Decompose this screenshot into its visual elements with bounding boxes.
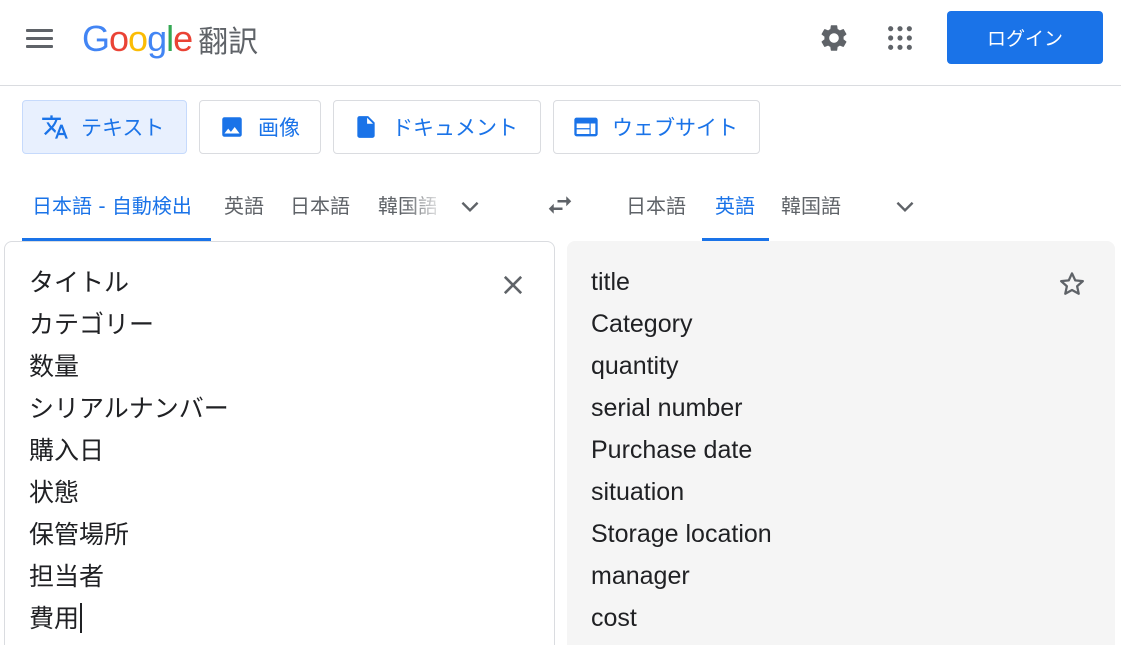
source-textarea[interactable]: タイトルカテゴリー数量シリアルナンバー 購入日状態保管場所担当者費用 (29, 262, 229, 640)
image-icon (218, 113, 246, 141)
settings-button[interactable] (814, 18, 854, 58)
source-text-line: シリアルナンバー (29, 394, 229, 423)
tab-text[interactable]: テキスト (22, 100, 187, 154)
source-text-line: カテゴリー (29, 310, 155, 339)
source-more-languages-chevron-icon[interactable] (457, 193, 483, 219)
menu-icon-bar-bottom (26, 45, 53, 48)
tab-website-label: ウェブサイト (612, 116, 738, 140)
source-text-line: 数量 (29, 352, 80, 381)
logo-letter: G (82, 18, 110, 59)
source-lang-japanese[interactable]: 日本語 (290, 190, 350, 219)
apps-grid-icon (888, 26, 912, 50)
source-text-line: 購入日 (29, 436, 105, 465)
google-translate-logo[interactable]: Google 翻訳 (82, 14, 258, 64)
app-header: Google 翻訳 ログイン (0, 0, 1121, 86)
main-menu-button[interactable] (24, 26, 56, 50)
tab-document-label: ドキュメント (392, 116, 518, 140)
google-apps-button[interactable] (880, 18, 920, 58)
logo-letter: e (173, 18, 193, 59)
google-wordmark: Google (82, 18, 193, 60)
translated-text-line: cost (591, 604, 637, 632)
translated-text-line: Purchase date (591, 436, 753, 464)
translation-output-panel: title Category quantity serial number Purcha… (567, 241, 1115, 645)
tab-text-label: テキスト (81, 116, 165, 140)
menu-icon-bar-middle (26, 37, 53, 40)
tab-image[interactable]: 画像 (199, 100, 321, 154)
document-icon (352, 113, 380, 141)
source-text-line: タイトル (29, 268, 130, 297)
website-icon (572, 113, 600, 141)
source-lang-fade (405, 186, 445, 222)
logo-letter: o (109, 18, 129, 59)
translated-text-line: quantity (591, 352, 679, 380)
settings-gear-icon (821, 25, 847, 51)
save-translation-star-icon[interactable] (1057, 269, 1087, 299)
source-text-panel[interactable]: タイトルカテゴリー数量シリアルナンバー 購入日状態保管場所担当者費用 (4, 241, 555, 645)
clear-source-text-close-icon[interactable] (499, 271, 527, 299)
translated-text-line: serial number (591, 394, 743, 422)
target-lang-japanese[interactable]: 日本語 (626, 190, 686, 219)
tab-document[interactable]: ドキュメント (333, 100, 541, 154)
text-cursor (80, 603, 82, 633)
source-lang-english[interactable]: 英語 (224, 190, 264, 219)
logo-letter: o (128, 18, 148, 59)
logo-letter: g (147, 18, 167, 59)
translated-text-line: situation (591, 478, 685, 506)
menu-icon-bar-top (26, 29, 53, 32)
translated-text-line: Storage location (591, 520, 772, 548)
target-more-languages-chevron-icon[interactable] (892, 193, 918, 219)
source-lang-detect[interactable]: 日本語 - 自動検出 (32, 190, 192, 219)
source-text-line: 状態 (29, 478, 80, 507)
source-text-line: 費用 (29, 598, 229, 640)
source-text-line: 担当者 (29, 562, 105, 591)
translate-icon (41, 113, 69, 141)
login-button[interactable]: ログイン (947, 11, 1103, 64)
product-name: 翻訳 (198, 25, 259, 60)
translated-text-line: manager (591, 562, 690, 590)
translated-text-line: Category (591, 310, 693, 338)
target-lang-korean[interactable]: 韓国語 (781, 190, 841, 219)
tab-image-label: 画像 (258, 116, 300, 140)
swap-languages-icon[interactable] (544, 190, 576, 220)
translation-output-text: title Category quantity serial number Purcha… (591, 261, 772, 639)
target-lang-english[interactable]: 英語 (715, 190, 755, 219)
source-text-line: 保管場所 (29, 520, 130, 549)
translated-text-line: title (591, 268, 630, 296)
tab-website[interactable]: ウェブサイト (553, 100, 760, 154)
